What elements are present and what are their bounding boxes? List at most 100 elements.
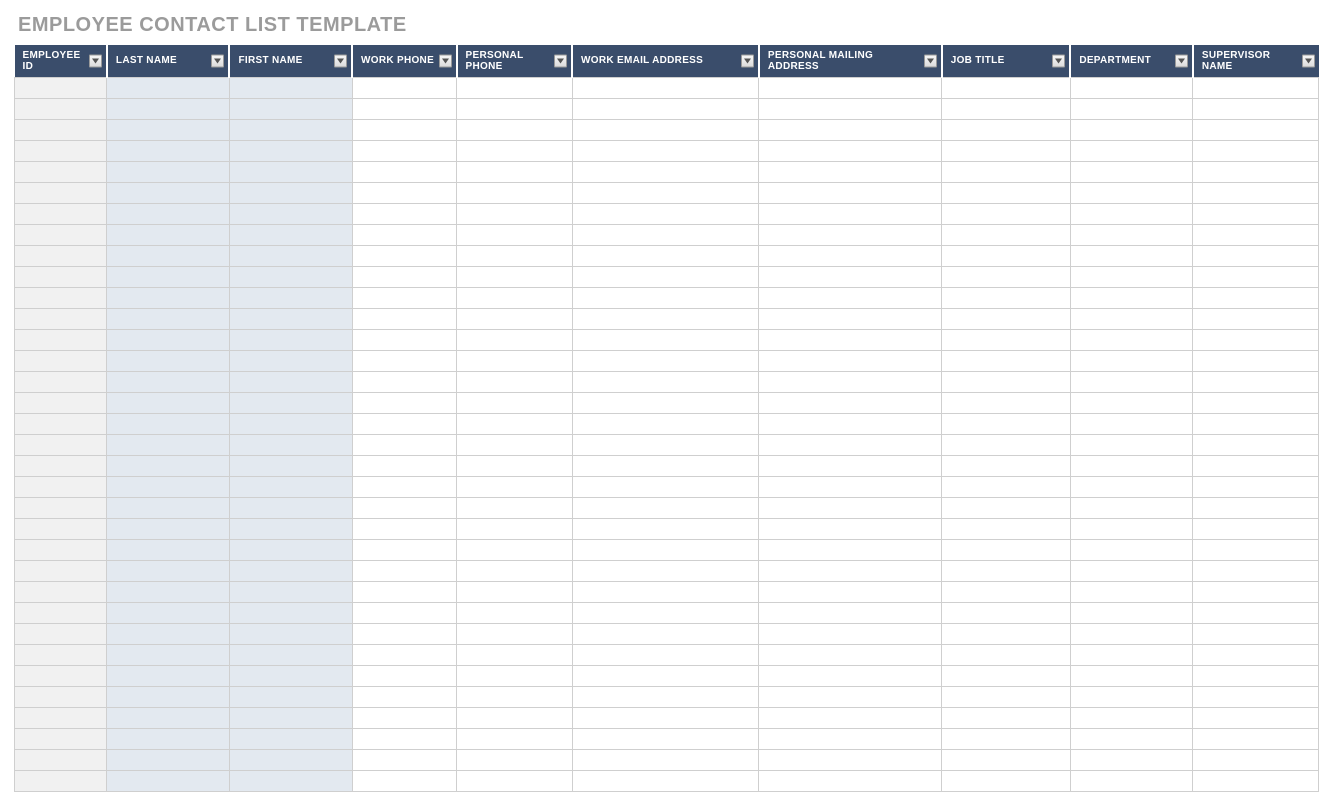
cell[interactable] <box>107 665 230 686</box>
cell[interactable] <box>572 560 759 581</box>
cell[interactable] <box>15 749 107 770</box>
filter-dropdown-icon[interactable] <box>89 54 102 67</box>
cell[interactable] <box>15 686 107 707</box>
cell[interactable] <box>572 140 759 161</box>
cell[interactable] <box>107 476 230 497</box>
cell[interactable] <box>572 707 759 728</box>
cell[interactable] <box>942 308 1071 329</box>
cell[interactable] <box>1070 140 1193 161</box>
cell[interactable] <box>229 497 352 518</box>
cell[interactable] <box>229 476 352 497</box>
cell[interactable] <box>1070 581 1193 602</box>
cell[interactable] <box>572 371 759 392</box>
cell[interactable] <box>1070 350 1193 371</box>
cell[interactable] <box>15 203 107 224</box>
cell[interactable] <box>1193 581 1319 602</box>
cell[interactable] <box>942 329 1071 350</box>
cell[interactable] <box>572 770 759 791</box>
cell[interactable] <box>352 350 456 371</box>
cell[interactable] <box>352 182 456 203</box>
cell[interactable] <box>759 140 942 161</box>
cell[interactable] <box>107 77 230 98</box>
cell[interactable] <box>942 707 1071 728</box>
cell[interactable] <box>572 455 759 476</box>
cell[interactable] <box>15 602 107 623</box>
cell[interactable] <box>107 98 230 119</box>
cell[interactable] <box>15 308 107 329</box>
cell[interactable] <box>572 434 759 455</box>
cell[interactable] <box>457 350 573 371</box>
cell[interactable] <box>107 707 230 728</box>
cell[interactable] <box>572 413 759 434</box>
cell[interactable] <box>352 140 456 161</box>
cell[interactable] <box>352 497 456 518</box>
cell[interactable] <box>229 77 352 98</box>
cell[interactable] <box>107 413 230 434</box>
cell[interactable] <box>107 749 230 770</box>
cell[interactable] <box>457 602 573 623</box>
cell[interactable] <box>15 560 107 581</box>
cell[interactable] <box>107 224 230 245</box>
cell[interactable] <box>229 329 352 350</box>
cell[interactable] <box>1070 707 1193 728</box>
cell[interactable] <box>15 581 107 602</box>
cell[interactable] <box>572 749 759 770</box>
cell[interactable] <box>107 182 230 203</box>
cell[interactable] <box>759 119 942 140</box>
cell[interactable] <box>352 434 456 455</box>
cell[interactable] <box>1193 518 1319 539</box>
cell[interactable] <box>942 770 1071 791</box>
cell[interactable] <box>572 686 759 707</box>
cell[interactable] <box>229 98 352 119</box>
cell[interactable] <box>15 707 107 728</box>
cell[interactable] <box>457 371 573 392</box>
cell[interactable] <box>572 623 759 644</box>
cell[interactable] <box>352 518 456 539</box>
cell[interactable] <box>457 203 573 224</box>
cell[interactable] <box>352 707 456 728</box>
cell[interactable] <box>572 224 759 245</box>
cell[interactable] <box>759 77 942 98</box>
cell[interactable] <box>15 770 107 791</box>
cell[interactable] <box>1193 329 1319 350</box>
cell[interactable] <box>759 749 942 770</box>
cell[interactable] <box>457 518 573 539</box>
cell[interactable] <box>457 434 573 455</box>
cell[interactable] <box>942 161 1071 182</box>
filter-dropdown-icon[interactable] <box>211 54 224 67</box>
cell[interactable] <box>107 245 230 266</box>
cell[interactable] <box>1070 308 1193 329</box>
cell[interactable] <box>942 581 1071 602</box>
cell[interactable] <box>229 350 352 371</box>
cell[interactable] <box>1070 455 1193 476</box>
cell[interactable] <box>352 308 456 329</box>
cell[interactable] <box>942 371 1071 392</box>
cell[interactable] <box>229 392 352 413</box>
cell[interactable] <box>572 287 759 308</box>
cell[interactable] <box>352 161 456 182</box>
cell[interactable] <box>457 182 573 203</box>
cell[interactable] <box>15 77 107 98</box>
cell[interactable] <box>1193 224 1319 245</box>
cell[interactable] <box>107 308 230 329</box>
cell[interactable] <box>942 98 1071 119</box>
cell[interactable] <box>457 665 573 686</box>
cell[interactable] <box>229 224 352 245</box>
cell[interactable] <box>229 308 352 329</box>
cell[interactable] <box>942 665 1071 686</box>
cell[interactable] <box>457 140 573 161</box>
cell[interactable] <box>15 245 107 266</box>
cell[interactable] <box>759 224 942 245</box>
cell[interactable] <box>942 119 1071 140</box>
cell[interactable] <box>457 476 573 497</box>
cell[interactable] <box>759 308 942 329</box>
cell[interactable] <box>352 623 456 644</box>
cell[interactable] <box>942 413 1071 434</box>
cell[interactable] <box>1193 497 1319 518</box>
cell[interactable] <box>15 518 107 539</box>
cell[interactable] <box>759 350 942 371</box>
cell[interactable] <box>1193 455 1319 476</box>
cell[interactable] <box>759 413 942 434</box>
cell[interactable] <box>942 602 1071 623</box>
cell[interactable] <box>942 644 1071 665</box>
